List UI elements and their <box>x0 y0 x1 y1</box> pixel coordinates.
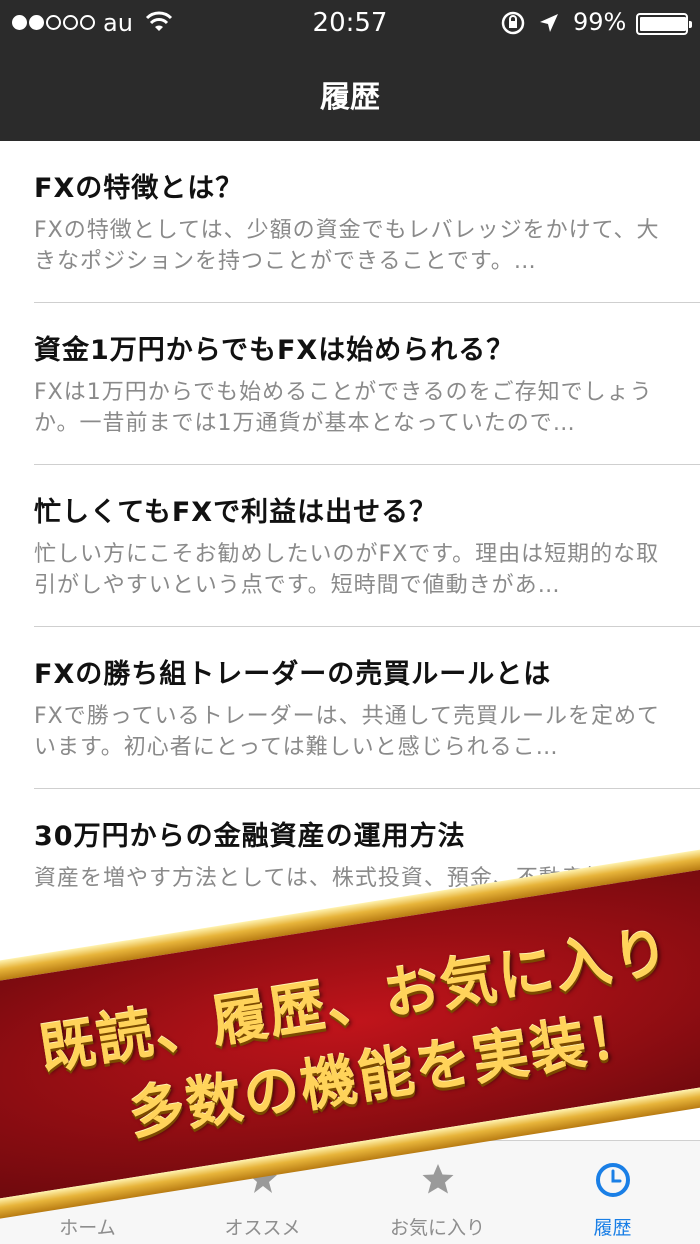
article-excerpt: FXで勝っているトレーダーは、共通して売買ルールを定めています。初心者にとっては… <box>34 704 660 760</box>
battery-icon <box>636 13 692 35</box>
article-title: 忙しくてもFXで利益は出せる？ <box>34 497 438 528</box>
list-item[interactable]: 資金1万円からでもFXは始められる？ FXは1万円からでも始めることができるのを… <box>0 303 700 465</box>
clock-icon <box>525 1161 700 1201</box>
tab-history[interactable]: 履歴 <box>525 1141 700 1244</box>
list-item[interactable]: FXの特徴とは？ FXの特徴としては、少額の資金でもレバレッジをかけて、大きなポ… <box>0 141 700 303</box>
page-title: 履歴 <box>320 80 380 115</box>
article-title: 資金1万円からでもFXは始められる？ <box>34 335 515 366</box>
top-bar: au 20:57 99% 履歴 <box>0 0 700 141</box>
tab-label: オススメ <box>224 1217 301 1239</box>
tab-label: ホーム <box>59 1217 116 1239</box>
rotation-lock-icon <box>500 10 526 42</box>
tab-label: お気に入り <box>389 1217 485 1239</box>
article-title: FXの勝ち組トレーダーの売買ルールとは <box>34 659 552 690</box>
status-bar: au 20:57 99% <box>0 0 700 48</box>
screen: au 20:57 99% 履歴 FXの特徴とは？ FXの特徴としては、少額の資金… <box>0 0 700 1244</box>
star-icon <box>350 1161 525 1201</box>
article-list: FXの特徴とは？ FXの特徴としては、少額の資金でもレバレッジをかけて、大きなポ… <box>0 141 700 951</box>
article-excerpt: 忙しい方にこそお勧めしたいのがFXです。理由は短期的な取引がしやすいという点です… <box>34 542 660 598</box>
article-title: 30万円からの金融資産の運用方法 <box>34 821 466 852</box>
location-arrow-icon <box>538 12 560 40</box>
battery-percent: 99% <box>573 8 627 36</box>
list-item[interactable]: FXの勝ち組トレーダーの売買ルールとは FXで勝っているトレーダーは、共通して売… <box>0 627 700 789</box>
article-title: FXの特徴とは？ <box>34 173 244 204</box>
article-excerpt: FXの特徴としては、少額の資金でもレバレッジをかけて、大きなポジションを持つこと… <box>34 218 660 274</box>
article-excerpt: FXは1万円からでも始めることができるのをご存知でしょうか。一昔前までは1万通貨… <box>34 380 653 436</box>
list-item[interactable]: 忙しくてもFXで利益は出せる？ 忙しい方にこそお勧めしたいのがFXです。理由は短… <box>0 465 700 627</box>
tab-label: 履歴 <box>593 1217 632 1239</box>
